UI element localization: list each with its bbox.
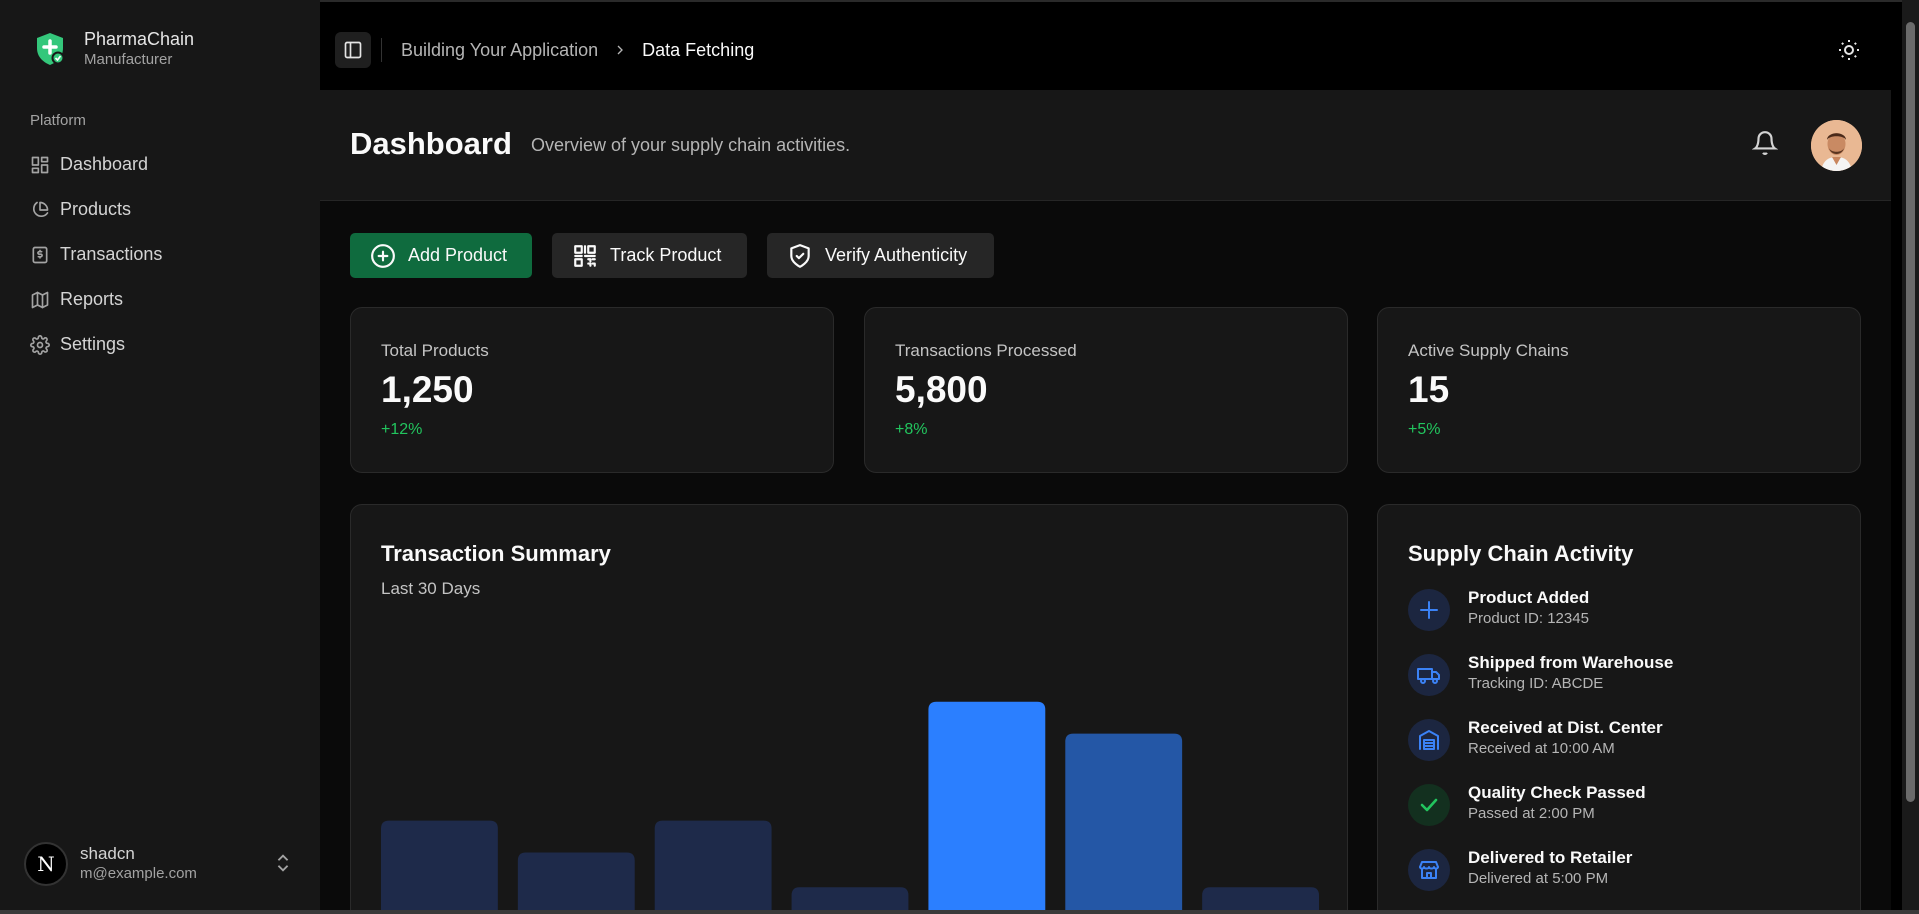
breadcrumb: Building Your Application Data Fetching — [401, 10, 754, 90]
list-item: Received at Dist. Center Received at 10:… — [1408, 718, 1828, 784]
stat-delta: +5% — [1408, 421, 1441, 438]
sidebar-item-settings[interactable]: Settings — [18, 322, 308, 367]
bell-icon[interactable] — [1752, 130, 1778, 156]
chevrons-up-down-icon[interactable] — [272, 852, 294, 874]
activity-desc: Delivered at 5:00 PM — [1468, 870, 1609, 887]
verify-authenticity-label: Verify Authenticity — [825, 245, 968, 265]
sidebar-item-dashboard[interactable]: Dashboard — [18, 142, 308, 187]
add-product-label: Add Product — [408, 245, 508, 265]
brand[interactable]: PharmaChain Manufacturer — [30, 28, 194, 70]
sidebar: PharmaChain Manufacturer Platform Dashbo… — [0, 0, 320, 914]
scrollbar-thumb[interactable] — [1906, 22, 1915, 802]
sidebar-item-label: Reports — [60, 289, 124, 309]
avatar[interactable] — [1811, 120, 1862, 171]
activity-desc: Product ID: 12345 — [1468, 610, 1589, 627]
stat-card-total-products: Total Products 1,250 +12% — [350, 307, 834, 473]
chart-bar[interactable] — [517, 852, 635, 914]
verify-authenticity-button[interactable]: Verify Authenticity — [767, 233, 994, 278]
receipt-icon — [32, 246, 48, 263]
map-icon — [31, 291, 49, 308]
add-product-button[interactable]: Add Product — [350, 233, 532, 278]
card-title: Supply Chain Activity — [1408, 541, 1634, 566]
chart-bar[interactable] — [654, 820, 772, 914]
main-content: Add Product Track Product Verify Authent… — [320, 201, 1891, 914]
transaction-bar-chart — [381, 701, 1319, 914]
activity-desc: Received at 10:00 AM — [1468, 740, 1615, 757]
sidebar-item-label: Transactions — [60, 244, 163, 264]
plus-icon — [1408, 589, 1450, 631]
divider — [381, 38, 382, 62]
shield-plus-logo-icon — [30, 29, 70, 69]
action-bar: Add Product Track Product Verify Authent… — [350, 233, 994, 278]
warehouse-icon — [1408, 719, 1450, 761]
stat-delta: +12% — [381, 421, 423, 438]
stat-value: 15 — [1408, 369, 1450, 410]
plus-circle-icon — [371, 243, 395, 268]
brand-name: PharmaChain — [84, 29, 195, 49]
transaction-summary-card: Transaction Summary Last 30 Days — [350, 504, 1348, 914]
activity-title: Quality Check Passed — [1468, 783, 1646, 802]
stat-label: Transactions Processed — [895, 341, 1077, 360]
stat-delta: +8% — [895, 421, 928, 438]
check-icon — [1408, 784, 1450, 826]
user-avatar: N — [24, 842, 68, 886]
stat-label: Total Products — [381, 341, 489, 360]
activity-desc: Tracking ID: ABCDE — [1468, 675, 1604, 692]
track-product-label: Track Product — [610, 245, 722, 265]
sidebar-item-label: Settings — [60, 334, 126, 354]
qr-code-icon — [574, 244, 596, 267]
list-item: Quality Check Passed Passed at 2:00 PM — [1408, 783, 1828, 849]
chart-bar[interactable] — [928, 701, 1046, 914]
stat-card-transactions: Transactions Processed 5,800 +8% — [864, 307, 1348, 473]
stat-card-supply-chains: Active Supply Chains 15 +5% — [1377, 307, 1861, 473]
activity-list: Product Added Product ID: 12345 Shipped … — [1408, 588, 1828, 914]
gear-icon — [30, 334, 50, 355]
sidebar-item-transactions[interactable]: Transactions — [18, 232, 308, 277]
activity-title: Product Added — [1468, 588, 1590, 607]
scrollbar[interactable] — [1902, 0, 1919, 914]
activity-title: Delivered to Retailer — [1468, 848, 1633, 867]
panel-left-icon — [344, 41, 362, 59]
list-item: Product Added Product ID: 12345 — [1408, 588, 1828, 654]
window-frame-bottom — [0, 910, 1919, 914]
store-icon — [1408, 849, 1450, 891]
sidebar-item-label: Products — [60, 199, 132, 219]
shield-check-icon — [790, 243, 810, 268]
stat-label: Active Supply Chains — [1408, 341, 1569, 360]
page-subtitle: Overview of your supply chain activities… — [531, 135, 851, 155]
supply-chain-activity-card: Supply Chain Activity Product Added Prod… — [1377, 504, 1861, 914]
truck-icon — [1408, 654, 1450, 696]
pie-chart-icon — [32, 201, 49, 217]
activity-title: Received at Dist. Center — [1468, 718, 1663, 737]
user-email: m@example.com — [80, 865, 197, 882]
sidebar-item-label: Dashboard — [60, 154, 149, 174]
activity-title: Shipped from Warehouse — [1468, 653, 1674, 672]
activity-desc: Passed at 2:00 PM — [1468, 805, 1595, 822]
chart-bar[interactable] — [381, 820, 498, 914]
sun-icon[interactable] — [1837, 38, 1861, 62]
topbar: Building Your Application Data Fetching — [320, 10, 1891, 90]
stat-value: 1,250 — [381, 369, 474, 410]
track-product-button[interactable]: Track Product — [552, 233, 747, 278]
nav-group-label: Platform — [30, 112, 86, 129]
page-title: Dashboard — [350, 126, 512, 161]
chevron-right-icon — [617, 45, 624, 55]
stat-value: 5,800 — [895, 369, 988, 410]
user-menu[interactable]: N shadcn m@example.com — [24, 838, 294, 890]
dashboard-icon — [31, 156, 49, 173]
sidebar-item-products[interactable]: Products — [18, 187, 308, 232]
breadcrumb-current: Data Fetching — [642, 39, 755, 60]
breadcrumb-link[interactable]: Building Your Application — [401, 40, 598, 61]
sidebar-item-reports[interactable]: Reports — [18, 277, 308, 322]
chart-bar[interactable] — [1065, 733, 1183, 914]
brand-role: Manufacturer — [84, 51, 173, 68]
user-name: shadcn — [80, 844, 135, 863]
sidebar-toggle-button[interactable] — [335, 32, 371, 68]
sidebar-nav: Dashboard Products Transactions Reports … — [18, 142, 308, 367]
list-item: Delivered to Retailer Delivered at 5:00 … — [1408, 848, 1828, 914]
page-header: Dashboard Overview of your supply chain … — [320, 90, 1891, 201]
list-item: Shipped from Warehouse Tracking ID: ABCD… — [1408, 653, 1828, 719]
